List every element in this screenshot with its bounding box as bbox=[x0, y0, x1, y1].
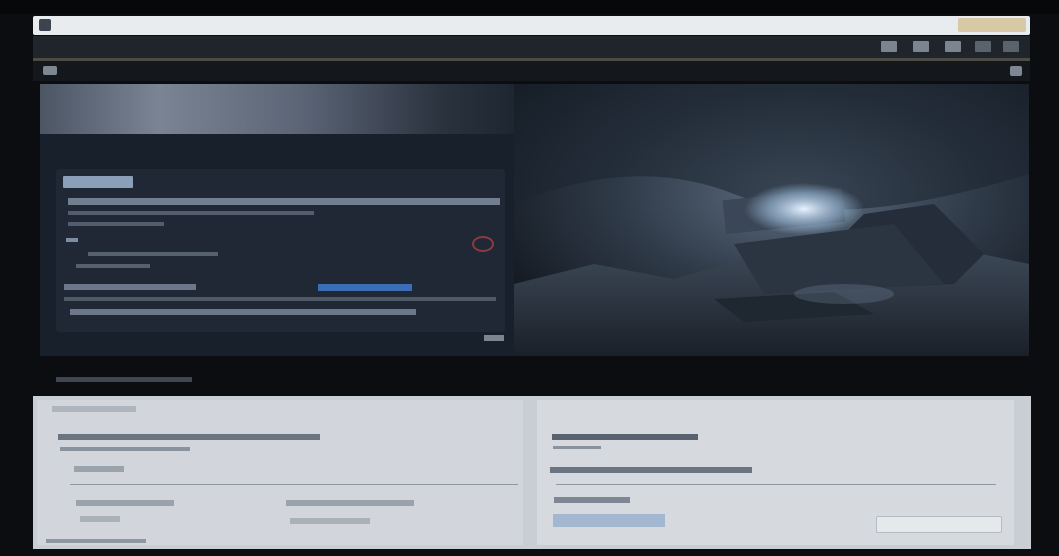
toolbar-button-3[interactable] bbox=[945, 41, 961, 52]
hero-banner bbox=[40, 84, 514, 134]
footer-line bbox=[46, 539, 146, 543]
lower-right-action-button[interactable] bbox=[876, 516, 1002, 533]
hero-image-graphic bbox=[514, 84, 1029, 356]
info-line-4 bbox=[66, 238, 78, 242]
menu-icon[interactable] bbox=[43, 66, 57, 75]
lower-right-rule-1 bbox=[556, 484, 996, 485]
toolbar-button-1[interactable] bbox=[881, 41, 897, 52]
title-bar[interactable] bbox=[33, 16, 1030, 35]
lower-left-card bbox=[37, 400, 523, 545]
lower-right-field-1 bbox=[554, 497, 630, 503]
lower-right-meta bbox=[553, 446, 601, 449]
caption-line bbox=[56, 377, 192, 382]
lower-left-rule-1 bbox=[70, 484, 518, 485]
toolbar-button-2[interactable] bbox=[913, 41, 929, 52]
lower-right-subheading bbox=[552, 434, 698, 440]
lower-left-field-1 bbox=[76, 500, 174, 506]
rating-icon bbox=[472, 236, 494, 252]
info-line-3 bbox=[68, 222, 164, 226]
info-line-5 bbox=[88, 252, 218, 256]
toolbar-button-5[interactable] bbox=[1003, 41, 1019, 52]
hero-image bbox=[514, 84, 1029, 356]
lower-right-line-1 bbox=[550, 467, 752, 473]
info-line-6 bbox=[76, 264, 150, 268]
lower-left-line-1 bbox=[58, 434, 320, 440]
lower-left-label bbox=[74, 466, 124, 472]
lower-left-field-2 bbox=[286, 500, 414, 506]
category-tag bbox=[63, 176, 133, 188]
panel-icon[interactable] bbox=[1010, 66, 1022, 76]
info-line-1 bbox=[68, 198, 500, 205]
info-card bbox=[56, 169, 505, 332]
expand-icon[interactable] bbox=[484, 335, 504, 341]
lower-left-line-2 bbox=[60, 447, 190, 451]
app-icon bbox=[39, 19, 51, 31]
info-link[interactable] bbox=[318, 284, 412, 291]
lower-left-field-3 bbox=[80, 516, 120, 522]
lower-left-heading bbox=[52, 406, 136, 412]
extension-area[interactable] bbox=[958, 18, 1026, 32]
info-line-7 bbox=[64, 284, 196, 290]
os-status-bar bbox=[0, 0, 1059, 14]
toolbar bbox=[33, 36, 1030, 58]
info-line-2 bbox=[68, 211, 314, 215]
info-line-9 bbox=[70, 309, 416, 315]
toolbar-button-4[interactable] bbox=[975, 41, 991, 52]
lower-left-field-4 bbox=[290, 518, 370, 524]
lower-right-highlight[interactable] bbox=[553, 514, 665, 527]
secondary-bar bbox=[33, 61, 1030, 81]
info-line-8 bbox=[64, 297, 496, 301]
